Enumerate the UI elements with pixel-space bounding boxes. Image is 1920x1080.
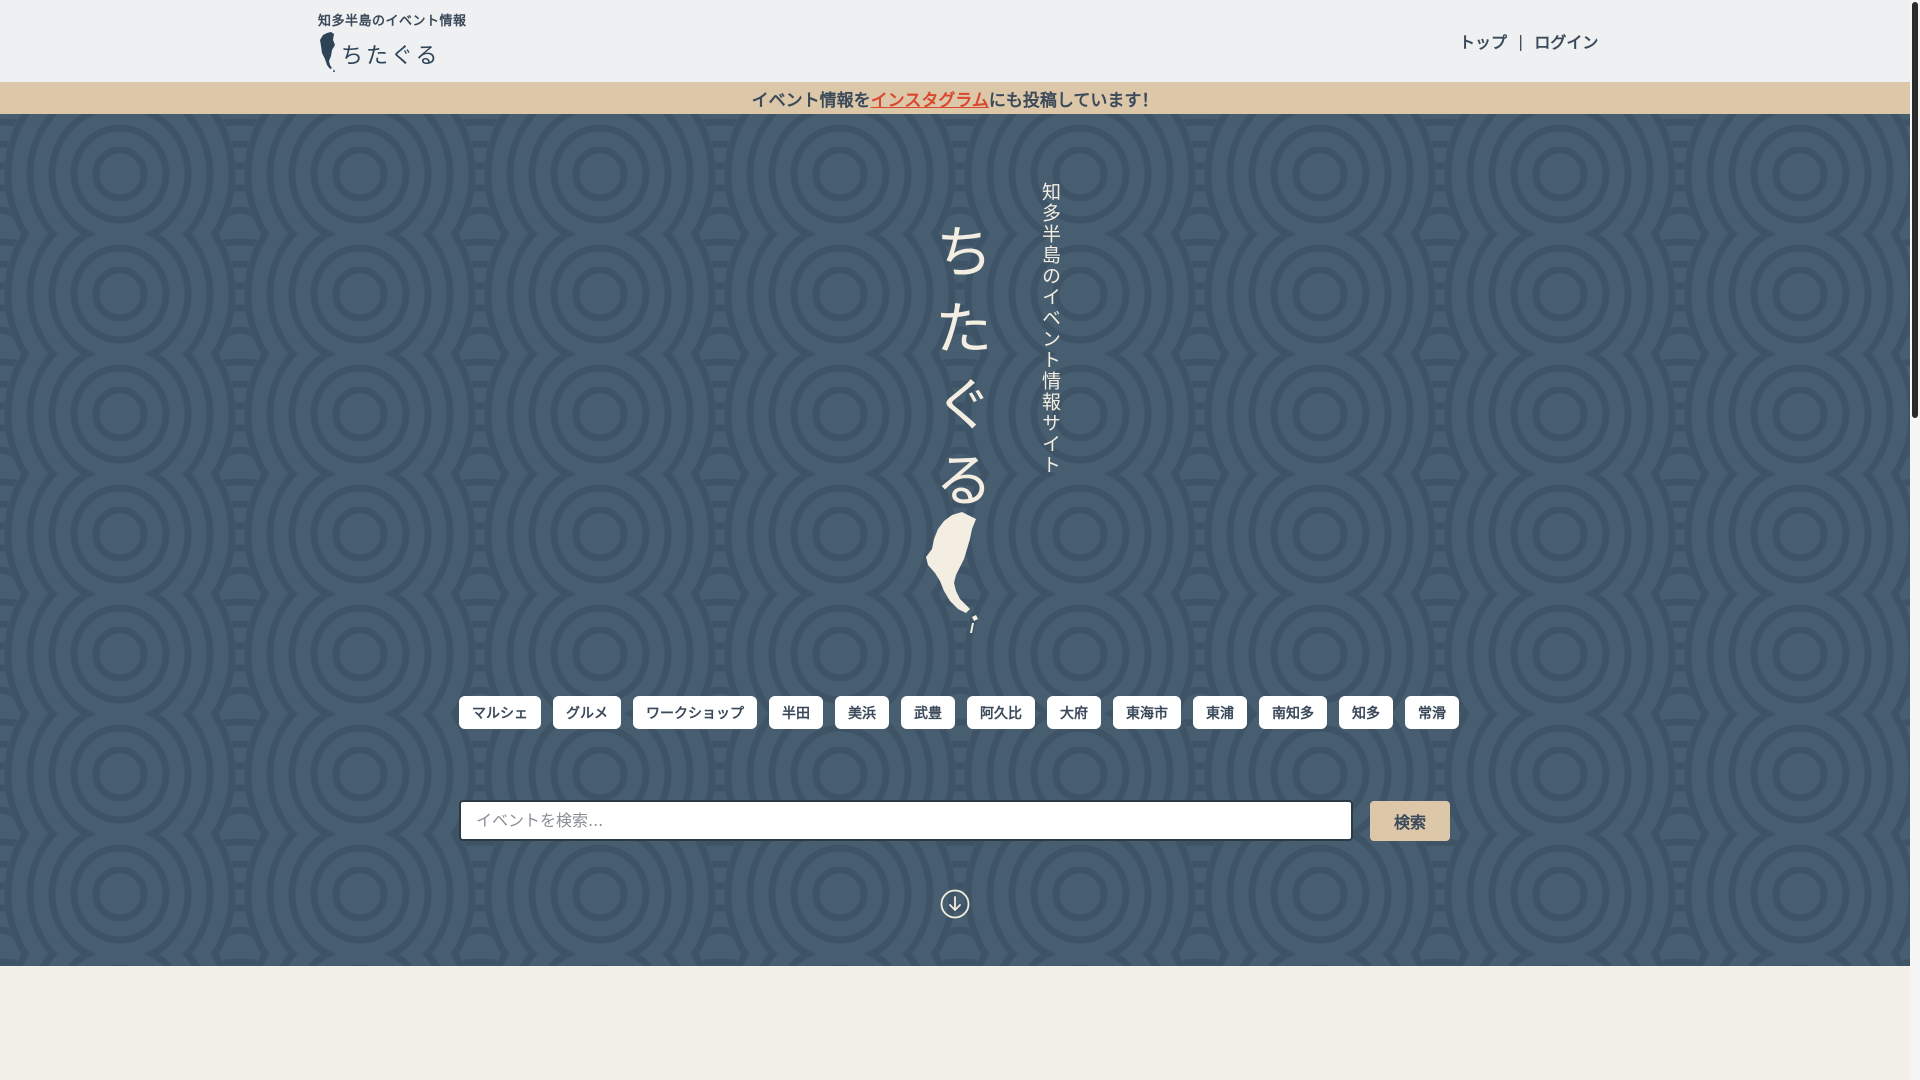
arrow-down-circle-icon[interactable]: [940, 889, 970, 919]
scrollbar-thumb[interactable]: [1912, 2, 1918, 418]
tag-button[interactable]: 東浦: [1193, 696, 1247, 729]
tag-button[interactable]: マルシェ: [459, 696, 541, 729]
tag-button[interactable]: 常滑: [1405, 696, 1459, 729]
hero-subtitle: 知多半島のイベント情報サイト: [1039, 182, 1061, 476]
hero-section: ちたぐる 知多半島のイベント情報サイト マルシェ グルメ ワークショップ 半田 美浜 武豊…: [0, 114, 1910, 966]
search-button[interactable]: 検索: [1370, 801, 1450, 841]
hero-title: ちたぐる: [925, 222, 993, 526]
tag-button[interactable]: 大府: [1047, 696, 1101, 729]
site-logo[interactable]: 知多半島のイベント情報 ちたぐる: [318, 10, 467, 73]
tag-button[interactable]: 美浜: [835, 696, 889, 729]
instagram-link[interactable]: インスタグラム: [871, 86, 989, 111]
tag-button[interactable]: 東海市: [1113, 696, 1181, 729]
tag-button[interactable]: 知多: [1339, 696, 1393, 729]
tag-button[interactable]: グルメ: [553, 696, 621, 729]
header-nav: トップ | ログイン: [1459, 29, 1598, 53]
tag-button[interactable]: 阿久比: [967, 696, 1035, 729]
tag-button[interactable]: 半田: [769, 696, 823, 729]
chita-peninsula-map-icon: [926, 512, 978, 633]
announcement-text-after: にも投稿しています！: [988, 90, 1159, 111]
logo-text: ちたぐる: [341, 44, 441, 69]
logo-tagline: 知多半島のイベント情報: [318, 14, 467, 29]
nav-separator: |: [1518, 31, 1524, 51]
announcement-text-before: イベント情報を: [751, 90, 871, 111]
announcement-bar: イベント情報を インスタグラム にも投稿しています！: [0, 82, 1910, 114]
tag-button[interactable]: 武豊: [901, 696, 955, 729]
chita-peninsula-icon: [320, 32, 335, 72]
tag-button[interactable]: ワークショップ: [633, 696, 757, 729]
page-scrollbar[interactable]: [1910, 0, 1920, 1080]
tag-list: マルシェ グルメ ワークショップ 半田 美浜 武豊 阿久比 大府 東海市 東浦 南知多 知多 常滑: [459, 696, 1459, 729]
nav-login-link[interactable]: ログイン: [1534, 29, 1598, 53]
site-header: 知多半島のイベント情報 ちたぐる トップ | ログイン: [0, 0, 1910, 82]
tag-button[interactable]: 南知多: [1259, 696, 1327, 729]
page: 知多半島のイベント情報 ちたぐる トップ | ログイン イベント情報を インスタグ…: [0, 0, 1920, 1080]
nav-top-link[interactable]: トップ: [1459, 29, 1507, 53]
event-search-input[interactable]: [459, 800, 1353, 841]
